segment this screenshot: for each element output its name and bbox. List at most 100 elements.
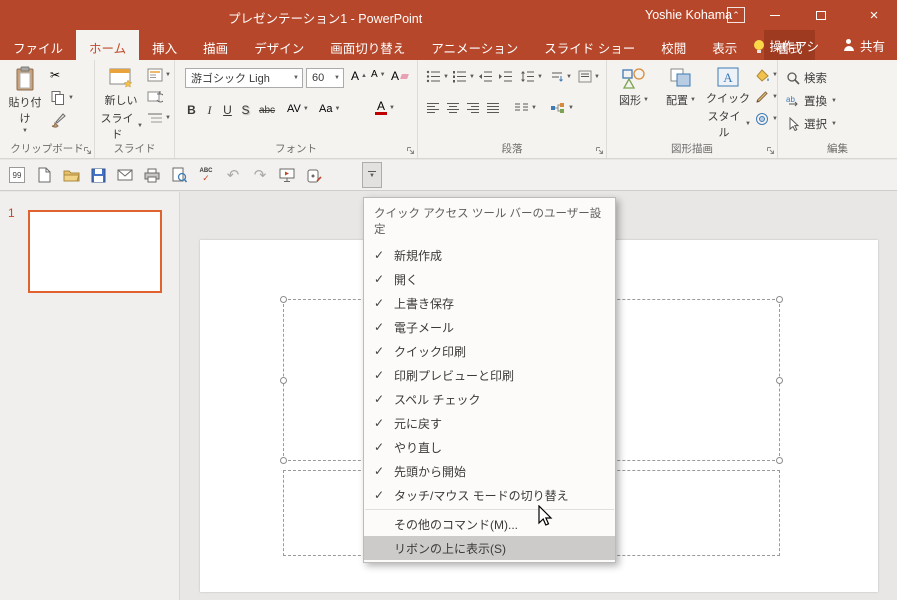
bold-button[interactable]: B: [183, 100, 200, 120]
text-shadow-button[interactable]: S: [237, 100, 254, 120]
shape-effects-button[interactable]: ▼: [755, 112, 778, 126]
tab-transitions[interactable]: 画面切り替え: [317, 30, 418, 60]
section-button[interactable]: ▼: [147, 112, 171, 124]
find-button[interactable]: 検索: [786, 70, 827, 86]
replace-button[interactable]: ab 置換 ▼: [786, 93, 837, 109]
maximize-button[interactable]: [798, 0, 844, 30]
number-grid-button[interactable]: 99: [8, 164, 26, 186]
new-document-button[interactable]: [35, 164, 53, 186]
resize-handle[interactable]: [280, 457, 287, 464]
italic-button[interactable]: I: [201, 100, 218, 120]
menu-item-new[interactable]: ✓ 新規作成: [364, 243, 615, 267]
indent-increase-icon: [499, 71, 512, 82]
tab-home[interactable]: ホーム: [76, 30, 140, 60]
align-right-button[interactable]: [466, 102, 480, 114]
quick-styles-button[interactable]: A クイック スタイル ▼: [705, 66, 751, 140]
reset-slide-button[interactable]: [147, 90, 163, 104]
touch-mouse-mode-button[interactable]: [305, 164, 323, 186]
ribbon-display-options-button[interactable]: ⌃: [727, 7, 745, 23]
shapes-button[interactable]: 図形 ▼: [613, 66, 655, 108]
tab-slideshow[interactable]: スライド ショー: [531, 30, 648, 60]
tab-insert[interactable]: 挿入: [139, 30, 190, 60]
tell-me-button[interactable]: 操作アシ: [742, 30, 831, 60]
undo-button[interactable]: ↶: [224, 164, 242, 186]
open-button[interactable]: [62, 164, 80, 186]
menu-item-undo[interactable]: ✓ 元に戻す: [364, 411, 615, 435]
font-size-combobox[interactable]: 60 ▼: [306, 68, 344, 88]
checkmark-icon: ✓: [373, 392, 385, 406]
indent-decrease-icon: [479, 71, 492, 82]
bar-icon: [368, 170, 376, 173]
menu-item-redo[interactable]: ✓ やり直し: [364, 435, 615, 459]
bullets-button[interactable]: ▼: [426, 70, 449, 83]
line-spacing-button[interactable]: ▼: [520, 70, 543, 83]
redo-button[interactable]: ↷: [251, 164, 269, 186]
paintbrush-icon: [51, 113, 66, 128]
tab-animations[interactable]: アニメーション: [418, 30, 531, 60]
convert-smartart-button[interactable]: ▼: [550, 102, 574, 114]
justify-button[interactable]: [486, 102, 500, 114]
spelling-button[interactable]: ABC ✓: [197, 164, 215, 186]
checkmark-icon: ✓: [373, 368, 385, 382]
customize-qat-button[interactable]: ▼: [362, 162, 382, 188]
tab-review[interactable]: 校閲: [648, 30, 699, 60]
character-spacing-button[interactable]: AV ▼: [287, 103, 309, 115]
menu-item-show-above-ribbon[interactable]: リボンの上に表示(S): [364, 536, 615, 560]
clear-formatting-button[interactable]: A: [391, 69, 409, 83]
print-preview-button[interactable]: [170, 164, 188, 186]
menu-item-more-commands[interactable]: その他のコマンド(M)...: [364, 512, 615, 536]
font-name-combobox[interactable]: 游ゴシック Ligh ▼: [185, 68, 303, 88]
text-direction-button[interactable]: ▼: [550, 70, 572, 83]
numbering-button[interactable]: ▼: [452, 70, 475, 83]
shrink-font-button[interactable]: A ▼: [371, 69, 386, 80]
slide-thumbnail[interactable]: [28, 210, 162, 293]
align-text-button[interactable]: ▼: [578, 70, 600, 83]
quick-print-button[interactable]: [143, 164, 161, 186]
tab-design[interactable]: デザイン: [241, 30, 317, 60]
decrease-indent-button[interactable]: [478, 70, 493, 83]
arrange-button[interactable]: 配置 ▼: [661, 66, 701, 108]
select-button[interactable]: 選択 ▼: [786, 116, 837, 132]
resize-handle[interactable]: [776, 296, 783, 303]
minimize-button[interactable]: [752, 0, 798, 30]
resize-handle[interactable]: [280, 377, 287, 384]
close-button[interactable]: ×: [851, 0, 897, 30]
strikethrough-button[interactable]: abc: [255, 100, 279, 120]
menu-item-label: タッチ/マウス モードの切り替え: [394, 488, 569, 503]
start-from-beginning-button[interactable]: [278, 164, 296, 186]
dropdown-arrow-icon: ▼: [643, 97, 649, 103]
increase-indent-button[interactable]: [498, 70, 513, 83]
menu-item-email[interactable]: ✓ 電子メール: [364, 315, 615, 339]
underline-button[interactable]: U: [219, 100, 236, 120]
menu-item-touch-mouse-mode[interactable]: ✓ タッチ/マウス モードの切り替え: [364, 483, 615, 507]
shape-fill-button[interactable]: ▼: [755, 68, 778, 82]
layout-button[interactable]: ▼: [147, 68, 171, 82]
copy-button[interactable]: ▼: [50, 90, 74, 106]
shape-outline-button[interactable]: ▼: [755, 90, 778, 104]
tab-file[interactable]: ファイル: [0, 30, 76, 60]
change-case-button[interactable]: Aa ▼: [319, 103, 340, 115]
grow-font-button[interactable]: A ▲: [351, 69, 367, 83]
menu-item-open[interactable]: ✓ 開く: [364, 267, 615, 291]
menu-item-spelling[interactable]: ✓ スペル チェック: [364, 387, 615, 411]
format-painter-button[interactable]: [50, 112, 66, 128]
cut-button[interactable]: ✂: [50, 68, 60, 82]
font-color-button[interactable]: A ▼: [375, 100, 395, 115]
align-center-button[interactable]: [446, 102, 460, 114]
align-left-button[interactable]: [426, 102, 440, 114]
columns-button[interactable]: ▼: [514, 102, 537, 114]
menu-item-print-preview[interactable]: ✓ 印刷プレビューと印刷: [364, 363, 615, 387]
paste-button[interactable]: 貼り付け ▼: [6, 66, 44, 134]
email-button[interactable]: [116, 164, 134, 186]
tab-draw[interactable]: 描画: [190, 30, 241, 60]
new-slide-button[interactable]: 新しい スライド ▼: [99, 66, 143, 142]
resize-handle[interactable]: [776, 377, 783, 384]
menu-item-start-from-beginning[interactable]: ✓ 先頭から開始: [364, 459, 615, 483]
resize-handle[interactable]: [280, 296, 287, 303]
share-button[interactable]: 共有: [831, 30, 897, 60]
resize-handle[interactable]: [776, 457, 783, 464]
save-button[interactable]: [89, 164, 107, 186]
slide-thumbnail-panel: 1: [0, 192, 180, 600]
menu-item-save[interactable]: ✓ 上書き保存: [364, 291, 615, 315]
menu-item-quick-print[interactable]: ✓ クイック印刷: [364, 339, 615, 363]
